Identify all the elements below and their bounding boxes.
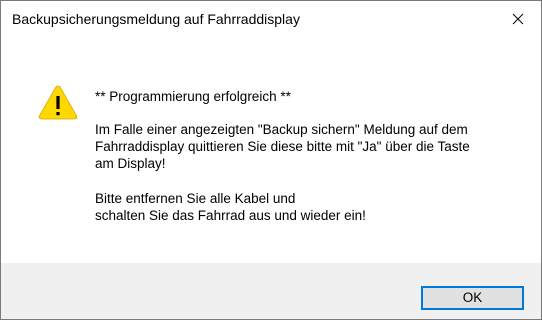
ok-button[interactable]: OK xyxy=(421,286,524,310)
warning-icon xyxy=(38,85,78,120)
title-bar[interactable]: Backupsicherungsmeldung auf Fahrraddispl… xyxy=(1,1,541,37)
button-bar: OK xyxy=(1,263,541,319)
message-dialog: Backupsicherungsmeldung auf Fahrraddispl… xyxy=(0,0,542,320)
message-line: Fahrraddisplay quittieren Sie diese bitt… xyxy=(95,139,470,154)
message-text: ** Programmierung erfolgreich ** Im Fall… xyxy=(95,88,525,224)
message-line: Im Falle einer angezeigten "Backup siche… xyxy=(95,122,468,137)
message-line: am Display! xyxy=(95,156,166,171)
close-button[interactable] xyxy=(495,1,541,37)
dialog-content: ** Programmierung erfolgreich ** Im Fall… xyxy=(1,37,541,263)
message-line: schalten Sie das Fahrrad aus und wieder … xyxy=(95,208,366,223)
window-title: Backupsicherungsmeldung auf Fahrraddispl… xyxy=(12,11,300,27)
message-line: Bitte entfernen Sie alle Kabel und xyxy=(95,191,296,206)
message-heading: ** Programmierung erfolgreich ** xyxy=(95,89,291,104)
close-icon xyxy=(512,13,524,25)
